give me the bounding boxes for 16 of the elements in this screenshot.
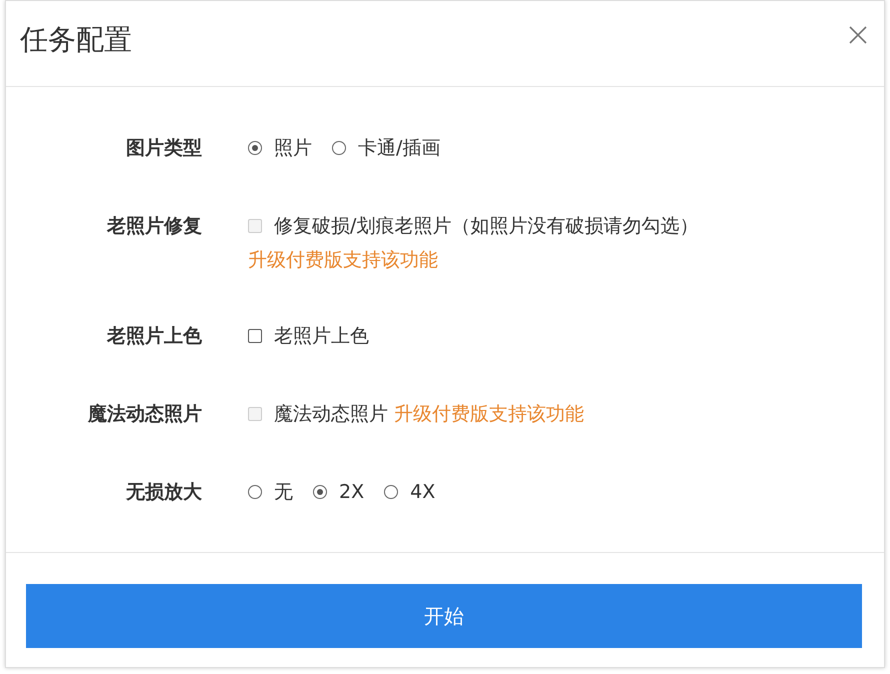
dialog-title: 任务配置 [20, 22, 132, 58]
field-label: 图片类型 [125, 136, 202, 161]
field-label: 老照片修复 [106, 214, 202, 239]
upgrade-note: 升级付费版支持该功能 [394, 402, 584, 427]
field-label: 魔法动态照片 [86, 402, 202, 427]
field-label: 无损放大 [124, 480, 202, 505]
radio-option[interactable]: 4X [384, 481, 436, 503]
radio-option[interactable]: 无 [248, 479, 293, 505]
radio-option[interactable]: 卡通/插画 [332, 135, 440, 161]
upgrade-note: 升级付费版支持该功能 [248, 248, 439, 273]
close-icon[interactable] [848, 25, 868, 45]
radio-option[interactable]: 2X [313, 481, 364, 503]
start-button[interactable]: 开始 [26, 584, 862, 648]
checkbox-option[interactable]: 老照片上色 [248, 323, 369, 349]
field-label: 老照片上色 [106, 324, 202, 349]
radio-option[interactable]: 照片 [248, 135, 312, 161]
